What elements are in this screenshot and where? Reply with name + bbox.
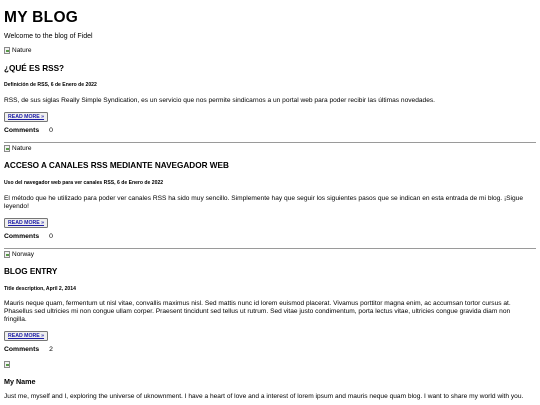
site-title: MY BLOG <box>4 9 79 26</box>
comments-row: Comments 0 <box>4 233 53 240</box>
post-image-alt: Nature <box>12 145 32 152</box>
post-body: El método que he utilizado para poder ve… <box>4 195 524 211</box>
profile-image <box>4 361 10 368</box>
read-more-button[interactable]: READ MORE » <box>4 112 49 122</box>
post-body: RSS, de sus siglas Really Simple Syndica… <box>4 97 436 104</box>
post-body: Mauris neque quam, fermentum ut nisl vit… <box>4 300 511 324</box>
post-description: Definición de RSS, 6 de Enero de 2022 <box>4 82 97 88</box>
comments-label: Comments <box>4 233 40 240</box>
post-description: Title description, April 2, 2014 <box>4 286 76 292</box>
comments-row: Comments 0 <box>4 127 53 134</box>
broken-image-icon <box>4 361 10 368</box>
post-image-alt: Nature <box>12 47 32 54</box>
comments-label: Comments <box>4 127 40 134</box>
broken-image-icon <box>4 145 10 152</box>
welcome-text: Welcome to the blog of Fidel <box>4 33 93 40</box>
post-image: Nature <box>4 47 32 54</box>
read-more-button[interactable]: READ MORE » <box>4 331 49 341</box>
post-title: ¿QUÉ ES RSS? <box>4 64 65 73</box>
post-image: Norway <box>4 251 34 258</box>
post-divider <box>4 248 536 249</box>
broken-image-icon <box>4 251 10 258</box>
comments-label: Comments <box>4 346 40 353</box>
broken-image-icon <box>4 47 10 54</box>
comments-count: 2 <box>49 346 53 353</box>
post-divider <box>4 142 536 143</box>
comments-count: 0 <box>49 233 53 240</box>
about-body: Just me, myself and I, exploring the uni… <box>4 393 524 400</box>
post-image-alt: Norway <box>12 251 35 258</box>
post-title: BLOG ENTRY <box>4 267 58 276</box>
read-more-button[interactable]: READ MORE » <box>4 218 49 228</box>
post-title: ACCESO A CANALES RSS MEDIANTE NAVEGADOR … <box>4 161 229 170</box>
comments-count: 0 <box>49 127 53 134</box>
post-image: Nature <box>4 145 32 152</box>
comments-row: Comments 2 <box>4 346 53 353</box>
post-description: Uso del navegador web para ver canales R… <box>4 180 164 186</box>
about-title: My Name <box>4 377 36 386</box>
